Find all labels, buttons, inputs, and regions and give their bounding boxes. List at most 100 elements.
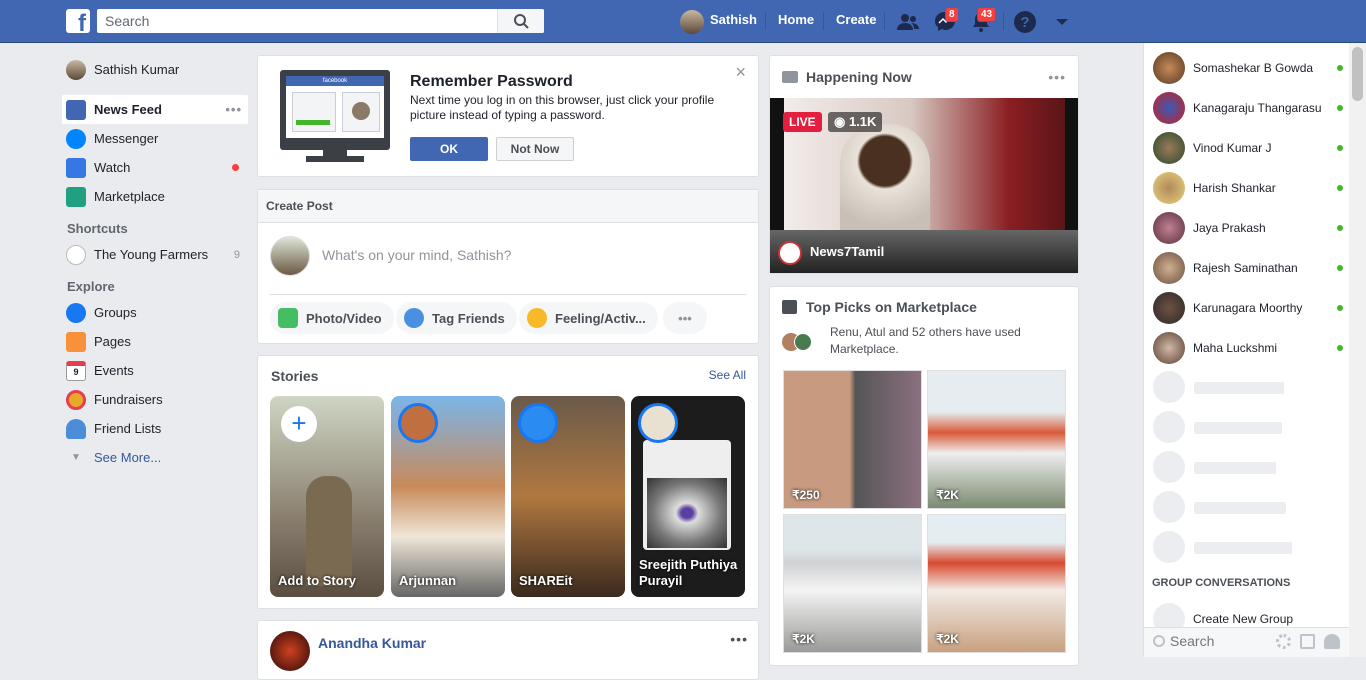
sidebar-item-watch[interactable]: Watch [62, 153, 248, 182]
events-calendar-icon: 9 [66, 360, 86, 381]
avatar [270, 236, 310, 276]
stories-heading: Stories [271, 368, 319, 384]
bird-icon [66, 244, 86, 265]
more-options-icon[interactable]: ••• [1048, 69, 1066, 85]
ok-button[interactable]: OK [410, 137, 488, 161]
more-options-button[interactable]: ••• [663, 302, 707, 334]
tag-friends-button[interactable]: Tag Friends [396, 302, 517, 334]
friend-requests-button[interactable] [896, 10, 920, 34]
see-more-link[interactable]: ▼ See More... [62, 443, 248, 472]
contact-name: Somashekar B Gowda [1193, 61, 1314, 75]
photo-video-button[interactable]: Photo/Video [270, 302, 394, 334]
item-price: ₹2K [936, 488, 959, 502]
sidebar-item-label: Fundraisers [94, 392, 163, 407]
sidebar-item-marketplace[interactable]: Marketplace [62, 182, 248, 211]
post-options-icon[interactable]: ••• [730, 631, 748, 647]
marketplace-icon [66, 186, 86, 207]
account-menu-button[interactable] [1050, 10, 1074, 34]
chat-contact[interactable]: Karunagara Moorthy [1153, 291, 1343, 325]
story-label: Arjunnan [399, 573, 457, 588]
not-now-button[interactable]: Not Now [496, 137, 574, 161]
friend-lists-icon [66, 418, 86, 439]
sidebar-item-events[interactable]: 9 Events [62, 356, 248, 385]
live-video-player[interactable]: LIVE ◉ 1.1K News7Tamil [770, 98, 1078, 273]
see-more-label: See More... [94, 450, 162, 465]
help-button[interactable]: ? [1013, 10, 1037, 34]
feeling-activity-button[interactable]: Feeling/Activ... [519, 302, 658, 334]
marketplace-social-text: Renu, Atul and 52 others have used Marke… [830, 325, 1021, 356]
feed-post: Anandha Kumar ••• [257, 620, 759, 680]
create-group-icon[interactable] [1324, 634, 1340, 649]
chat-contact[interactable]: Kanagaraju Thangarasu [1153, 91, 1343, 125]
avatar [794, 333, 812, 351]
more-options-icon[interactable]: ••• [225, 102, 242, 117]
sidebar-item-messenger[interactable]: Messenger [62, 124, 248, 153]
fundraisers-icon [66, 389, 86, 410]
item-price: ₹2K [792, 632, 815, 646]
video-camera-icon [782, 71, 798, 83]
search-icon [514, 14, 529, 29]
story-card-arjunnan[interactable]: Arjunnan [391, 396, 505, 597]
story-card-shareit[interactable]: SHAREit [511, 396, 625, 597]
story-card-sreejith[interactable]: Sreejith Puthiya Purayil [631, 396, 745, 597]
close-icon[interactable]: × [735, 62, 746, 83]
search-input[interactable] [97, 9, 497, 33]
scrollbar-thumb[interactable] [1352, 47, 1363, 101]
chat-contact[interactable]: Rajesh Saminathan [1153, 251, 1343, 285]
chat-contact[interactable]: Jaya Prakash [1153, 211, 1343, 245]
chat-search-input[interactable] [1170, 633, 1270, 649]
gear-icon[interactable] [1276, 634, 1291, 649]
messenger-icon [66, 128, 86, 149]
marketplace-item[interactable]: ₹2K [927, 370, 1066, 509]
groups-icon [66, 302, 86, 323]
avatar [1153, 52, 1185, 84]
see-all-link[interactable]: See All [709, 368, 746, 382]
post-composer-input[interactable]: What's on your mind, Sathish? [322, 247, 511, 263]
contact-name: Jaya Prakash [1193, 221, 1266, 235]
create-link[interactable]: Create [836, 12, 876, 27]
create-post-card: Create Post What's on your mind, Sathish… [257, 189, 759, 344]
profile-link[interactable]: Sathish [710, 12, 757, 27]
chevron-down-icon: ▼ [71, 452, 81, 463]
viewer-count: ◉ 1.1K [828, 112, 883, 132]
chat-contact[interactable]: Vinod Kumar J [1153, 131, 1343, 165]
post-author[interactable]: Anandha Kumar [318, 635, 426, 651]
chat-contact[interactable]: Harish Shankar [1153, 171, 1343, 205]
marketplace-item[interactable]: ₹2K [783, 514, 922, 653]
marketplace-item[interactable]: ₹2K [927, 514, 1066, 653]
profile-shortcut[interactable]: Sathish Kumar [62, 55, 248, 84]
avatar [1153, 332, 1185, 364]
happening-now-card: Happening Now ••• LIVE ◉ 1.1K News7Tamil [769, 55, 1079, 274]
contact-name: Kanagaraju Thangarasu [1193, 101, 1322, 115]
sidebar-item-fundraisers[interactable]: Fundraisers [62, 385, 248, 414]
remember-password-title: Remember Password [410, 73, 573, 90]
notifications-badge: 43 [977, 7, 997, 22]
story-label: Add to Story [278, 573, 356, 588]
chat-contact[interactable]: Somashekar B Gowda [1153, 51, 1343, 85]
tag-friends-icon [404, 308, 424, 328]
sidebar-item-young-farmers[interactable]: The Young Farmers 9 [62, 240, 248, 269]
user-avatar[interactable] [680, 10, 704, 34]
shortcut-count: 9 [233, 248, 240, 261]
marketplace-item[interactable]: ₹250 [783, 370, 922, 509]
sidebar-item-news-feed[interactable]: News Feed ••• [62, 95, 248, 124]
search-button[interactable] [497, 9, 544, 33]
eye-icon: ◉ [834, 114, 849, 129]
online-indicator [1337, 345, 1343, 351]
add-to-story-card[interactable]: + Add to Story [270, 396, 384, 597]
sidebar-item-label: Marketplace [94, 189, 165, 204]
sidebar-item-groups[interactable]: Groups [62, 298, 248, 327]
compose-icon[interactable] [1300, 634, 1315, 649]
top-navigation-bar: f Sathish Home Create 8 43 ? [0, 0, 1366, 43]
shareit-logo-icon [518, 403, 558, 443]
sidebar-item-label: News Feed [94, 102, 162, 117]
page-scrollbar[interactable] [1349, 43, 1366, 657]
chat-search-bar [1144, 627, 1350, 657]
facebook-logo[interactable]: f [66, 9, 90, 33]
home-link[interactable]: Home [778, 12, 814, 27]
sidebar-item-friend-lists[interactable]: Friend Lists [62, 414, 248, 443]
chat-contact[interactable]: Maha Luckshmi [1153, 331, 1343, 365]
svg-text:?: ? [1020, 14, 1029, 31]
channel-name[interactable]: News7Tamil [810, 244, 884, 259]
sidebar-item-pages[interactable]: Pages [62, 327, 248, 356]
